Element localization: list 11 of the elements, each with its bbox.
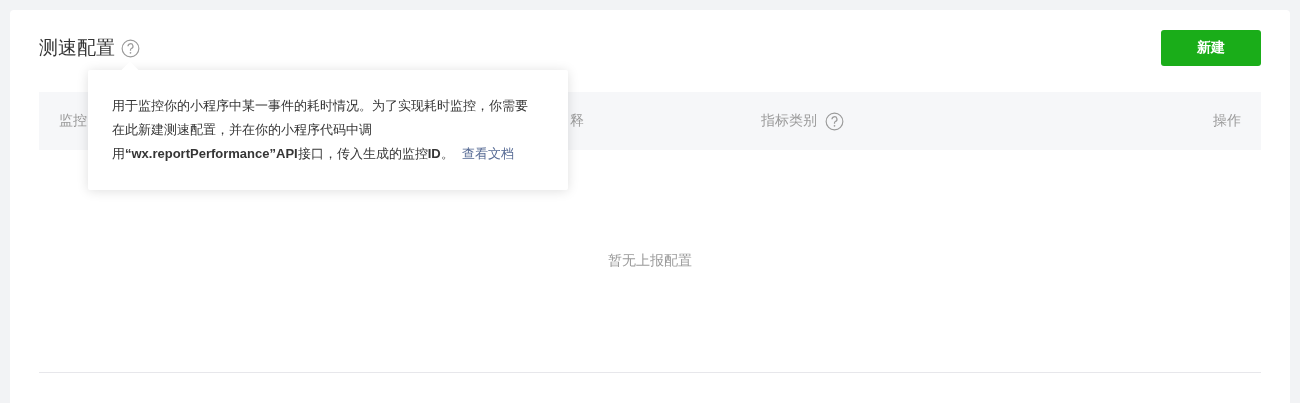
column-header: 监控	[59, 112, 87, 130]
empty-message: 暂无上报配置	[608, 252, 692, 270]
column-header: 操作	[1213, 112, 1241, 130]
page-title: 测速配置	[39, 35, 115, 60]
help-icon[interactable]	[825, 111, 844, 131]
new-button[interactable]: 新建	[1161, 30, 1261, 66]
column-header: 释	[570, 112, 584, 130]
column-header: 指标类别	[761, 112, 817, 130]
tooltip-text: 用于监控你的小程序中某一事件的耗时情况。为了实现耗时监控，你需要在此新建测速配置，并在你的小程序代码中调用“wx.reportPerformance”API接口，传入生成的监控ID。 查看文档	[112, 97, 529, 163]
help-icon[interactable]	[121, 38, 140, 58]
docs-link[interactable]: 查看文档	[461, 146, 514, 161]
